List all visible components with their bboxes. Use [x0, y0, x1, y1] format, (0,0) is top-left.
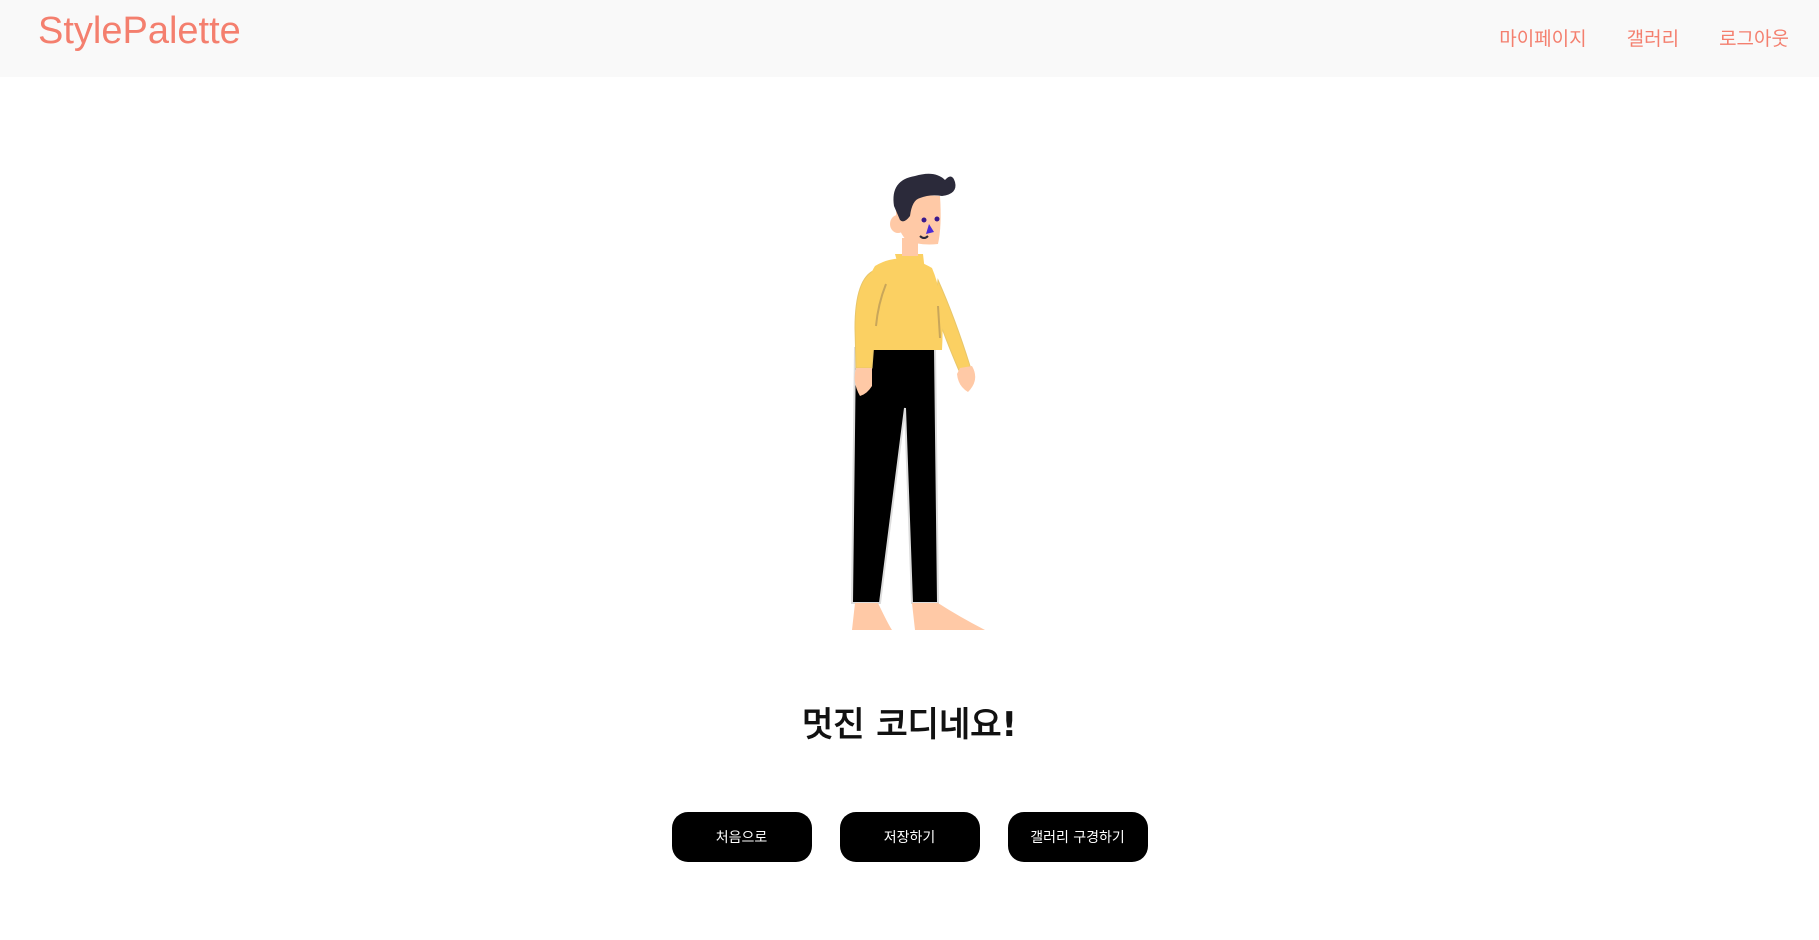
left-eye-shape [921, 217, 927, 223]
left-foot-shape [852, 603, 892, 630]
nav-item-logout[interactable]: 로그아웃 [1719, 24, 1789, 51]
top-header: StylePalette 마이페이지 갤러리 로그아웃 [0, 0, 1819, 77]
go-home-button[interactable]: 처음으로 [671, 812, 812, 862]
person-illustration [850, 173, 985, 630]
app-logo[interactable]: StylePalette [38, 10, 241, 53]
nav-item-mypage[interactable]: 마이페이지 [1499, 24, 1586, 51]
turtleneck-shape [895, 254, 925, 272]
save-button[interactable]: 저장하기 [839, 812, 980, 862]
right-foot-shape [912, 603, 985, 630]
right-hand-shape [957, 366, 976, 392]
result-headline: 멋진 코디네요! [801, 705, 1018, 745]
browse-gallery-button[interactable]: 갤러리 구경하기 [1007, 812, 1148, 862]
action-buttons: 처음으로 저장하기 갤러리 구경하기 [0, 812, 1819, 862]
top-nav: 마이페이지 갤러리 로그아웃 [1499, 24, 1789, 51]
nav-item-gallery[interactable]: 갤러리 [1627, 24, 1679, 51]
right-eye-shape [934, 216, 940, 222]
